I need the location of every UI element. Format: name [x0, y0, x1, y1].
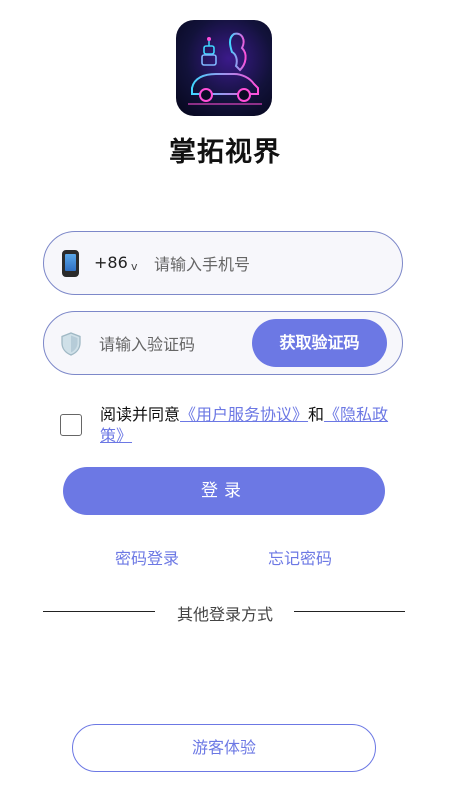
agreement-text: 阅读并同意《用户服务协议》和《隐私政策》 — [100, 404, 410, 446]
shield-icon — [60, 332, 82, 356]
agreement-conjunction: 和 — [308, 405, 325, 424]
verification-code-input[interactable] — [97, 328, 251, 360]
app-logo — [176, 20, 272, 116]
agreement-prefix: 阅读并同意 — [100, 405, 181, 424]
car-neon-logo-icon — [188, 32, 262, 105]
agreement-checkbox[interactable] — [60, 414, 82, 436]
phone-input[interactable] — [152, 248, 386, 280]
login-screen: 掌拓视界 +86 v 获取验证码 阅读并同意《用户服务协议》和《隐私政策》 登录… — [0, 0, 450, 800]
guest-experience-button[interactable]: 游客体验 — [72, 724, 376, 772]
other-login-label: 其他登录方式 — [176, 605, 273, 624]
password-login-link[interactable]: 密码登录 — [115, 545, 179, 569]
user-agreement-link[interactable]: 《用户服务协议》 — [180, 405, 308, 424]
phone-field[interactable]: +86 v — [43, 231, 403, 295]
app-name: 掌拓视界 — [169, 137, 281, 168]
verification-code-field[interactable]: 获取验证码 — [43, 311, 403, 375]
divider-right — [294, 611, 405, 612]
chevron-down-icon[interactable]: v — [131, 260, 138, 273]
login-button[interactable]: 登录 — [63, 467, 385, 515]
get-code-button[interactable]: 获取验证码 — [252, 319, 387, 367]
country-code-selector[interactable]: +86 — [94, 253, 128, 272]
mobile-phone-icon — [62, 250, 79, 277]
forgot-password-link[interactable]: 忘记密码 — [268, 545, 332, 569]
